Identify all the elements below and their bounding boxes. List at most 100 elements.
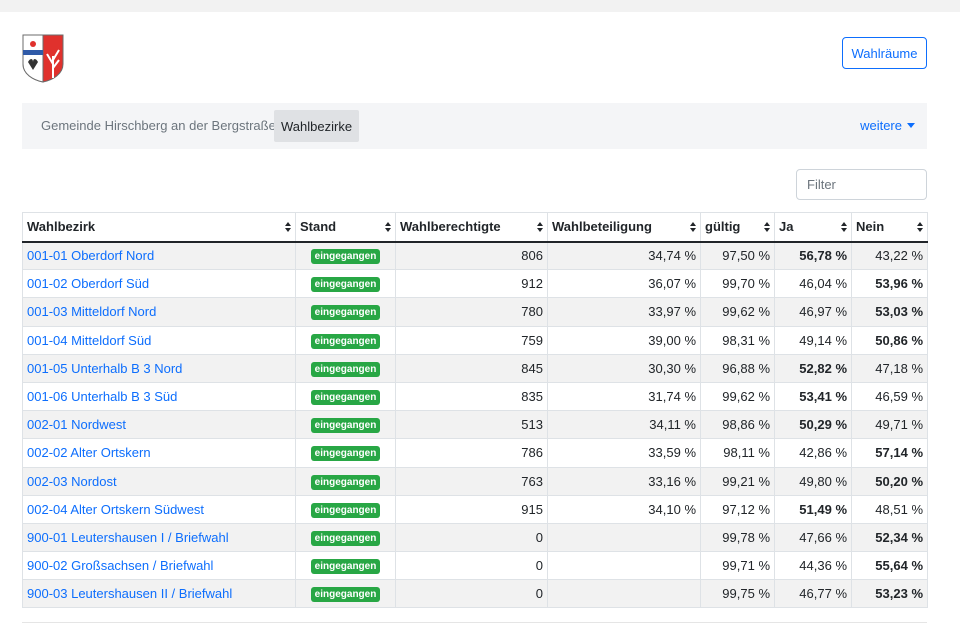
table-row: 001-05 Unterhalb B 3 Nord eingegangen 845 3… xyxy=(22,353,928,383)
cell-stand: eingegangen xyxy=(295,438,396,468)
cell-wahlbeteiligung: 33,16 % xyxy=(547,466,701,496)
cell-nein: 49,71 % xyxy=(851,410,928,440)
status-badge: eingegangen xyxy=(310,418,381,434)
cell-wahlberechtigte: 513 xyxy=(395,410,548,440)
sort-icon xyxy=(285,222,291,233)
wahlbezirk-link[interactable]: 002-01 Nordwest xyxy=(27,417,126,432)
cell-stand: eingegangen xyxy=(295,353,396,383)
cell-wahlbezirk: 002-01 Nordwest xyxy=(22,410,296,440)
column-header-ja[interactable]: Ja xyxy=(774,212,852,243)
cell-stand: eingegangen xyxy=(295,494,396,524)
divider xyxy=(22,622,927,623)
cell-ja: 51,49 % xyxy=(774,494,852,524)
status-badge: eingegangen xyxy=(310,361,381,377)
table-row: 001-02 Oberdorf Süd eingegangen 912 36,07 %… xyxy=(22,269,928,299)
cell-wahlbeteiligung: 34,10 % xyxy=(547,494,701,524)
cell-nein: 55,64 % xyxy=(851,551,928,581)
status-badge: eingegangen xyxy=(310,333,381,349)
wahlraeume-button[interactable]: Wahlräume xyxy=(842,37,927,69)
cell-wahlbezirk: 900-02 Großsachsen / Briefwahl xyxy=(22,551,296,581)
cell-wahlbeteiligung: 33,97 % xyxy=(547,297,701,327)
cell-wahlbeteiligung: 33,59 % xyxy=(547,438,701,468)
cell-wahlbeteiligung: 39,00 % xyxy=(547,325,701,355)
cell-wahlberechtigte: 786 xyxy=(395,438,548,468)
wahlbezirk-link[interactable]: 900-03 Leutershausen II / Briefwahl xyxy=(27,586,232,601)
breadcrumb-item-gemeinde[interactable]: Gemeinde Hirschberg an der Bergstraße xyxy=(41,118,276,133)
wahlbezirk-link[interactable]: 001-06 Unterhalb B 3 Süd xyxy=(27,389,177,404)
column-header-wahlbezirk[interactable]: Wahlbezirk xyxy=(22,212,296,243)
status-badge: eingegangen xyxy=(310,530,381,546)
cell-stand: eingegangen xyxy=(295,325,396,355)
sort-icon xyxy=(841,222,847,233)
breadcrumb-item-wahlbezirke[interactable]: Wahlbezirke xyxy=(274,110,360,142)
cell-nein: 46,59 % xyxy=(851,381,928,412)
filter-input[interactable] xyxy=(796,169,927,200)
sort-icon xyxy=(537,222,543,233)
cell-nein: 57,14 % xyxy=(851,438,928,468)
cell-ja: 52,82 % xyxy=(774,353,852,383)
column-header-wahlbeteiligung[interactable]: Wahlbeteiligung xyxy=(547,212,701,243)
sort-icon xyxy=(764,222,770,233)
wahlbezirk-link[interactable]: 001-01 Oberdorf Nord xyxy=(27,248,154,263)
sort-icon xyxy=(917,222,923,233)
cell-wahlberechtigte: 780 xyxy=(395,297,548,327)
table-header-row: Wahlbezirk Stand Wahlberechtigte Wahlbet… xyxy=(22,212,928,243)
cell-wahlbezirk: 900-01 Leutershausen I / Briefwahl xyxy=(22,522,296,553)
cell-gueltig: 99,71 % xyxy=(700,551,775,581)
column-header-wahlberechtigte[interactable]: Wahlberechtigte xyxy=(395,212,548,243)
cell-ja: 49,80 % xyxy=(774,466,852,496)
cell-wahlbeteiligung xyxy=(547,522,701,553)
table-row: 001-03 Mitteldorf Nord eingegangen 780 33,9… xyxy=(22,297,928,327)
column-header-nein[interactable]: Nein xyxy=(851,212,928,243)
cell-nein: 48,51 % xyxy=(851,494,928,524)
wahlbezirk-link[interactable]: 002-02 Alter Ortskern xyxy=(27,445,151,460)
cell-wahlbezirk: 001-05 Unterhalb B 3 Nord xyxy=(22,353,296,383)
table-row: 001-06 Unterhalb B 3 Süd eingegangen 835 31… xyxy=(22,381,928,412)
cell-wahlbeteiligung: 36,07 % xyxy=(547,269,701,299)
weitere-dropdown[interactable]: weitere xyxy=(860,118,915,133)
wahlbezirk-link[interactable]: 002-03 Nordost xyxy=(27,474,117,489)
cell-ja: 46,04 % xyxy=(774,269,852,299)
results-table: Wahlbezirk Stand Wahlberechtigte Wahlbet… xyxy=(22,212,928,609)
cell-gueltig: 99,62 % xyxy=(700,297,775,327)
table-row: 002-03 Nordost eingegangen 763 33,16 % 99,21… xyxy=(22,466,928,496)
table-row: 002-04 Alter Ortskern Südwest eingegangen… xyxy=(22,494,928,524)
status-badge: eingegangen xyxy=(310,249,381,265)
cell-ja: 42,86 % xyxy=(774,438,852,468)
cell-nein: 53,03 % xyxy=(851,297,928,327)
cell-gueltig: 98,31 % xyxy=(700,325,775,355)
cell-wahlberechtigte: 912 xyxy=(395,269,548,299)
cell-wahlberechtigte: 0 xyxy=(395,551,548,581)
wahlbezirk-link[interactable]: 002-04 Alter Ortskern Südwest xyxy=(27,502,204,517)
cell-nein: 47,18 % xyxy=(851,353,928,383)
table-row: 001-04 Mitteldorf Süd eingegangen 759 39,00… xyxy=(22,325,928,355)
column-header-gueltig[interactable]: gültig xyxy=(700,212,775,243)
wahlbezirk-link[interactable]: 900-01 Leutershausen I / Briefwahl xyxy=(27,530,229,545)
status-badge: eingegangen xyxy=(310,446,381,462)
cell-wahlbezirk: 001-03 Mitteldorf Nord xyxy=(22,297,296,327)
wahlbezirk-link[interactable]: 900-02 Großsachsen / Briefwahl xyxy=(27,558,213,573)
table-row: 002-02 Alter Ortskern eingegangen 786 33,59… xyxy=(22,438,928,468)
cell-stand: eingegangen xyxy=(295,466,396,496)
cell-wahlberechtigte: 0 xyxy=(395,522,548,553)
cell-stand: eingegangen xyxy=(295,297,396,327)
breadcrumb: Gemeinde Hirschberg an der Bergstraße Wa… xyxy=(22,103,927,149)
cell-wahlberechtigte: 835 xyxy=(395,381,548,412)
wahlbezirk-link[interactable]: 001-05 Unterhalb B 3 Nord xyxy=(27,361,182,376)
cell-gueltig: 99,75 % xyxy=(700,579,775,609)
cell-gueltig: 97,12 % xyxy=(700,494,775,524)
cell-gueltig: 97,50 % xyxy=(700,240,775,271)
wahlbezirk-link[interactable]: 001-02 Oberdorf Süd xyxy=(27,276,149,291)
cell-wahlbezirk: 002-03 Nordost xyxy=(22,466,296,496)
wahlbezirk-link[interactable]: 001-03 Mitteldorf Nord xyxy=(27,304,156,319)
cell-wahlbezirk: 002-02 Alter Ortskern xyxy=(22,438,296,468)
cell-gueltig: 96,88 % xyxy=(700,353,775,383)
top-strip xyxy=(0,0,960,12)
table-row: 900-02 Großsachsen / Briefwahl eingegange… xyxy=(22,551,928,581)
cell-wahlbeteiligung: 30,30 % xyxy=(547,353,701,383)
cell-gueltig: 98,86 % xyxy=(700,410,775,440)
cell-stand: eingegangen xyxy=(295,551,396,581)
cell-nein: 43,22 % xyxy=(851,240,928,271)
column-header-stand[interactable]: Stand xyxy=(295,212,396,243)
wahlbezirk-link[interactable]: 001-04 Mitteldorf Süd xyxy=(27,333,151,348)
